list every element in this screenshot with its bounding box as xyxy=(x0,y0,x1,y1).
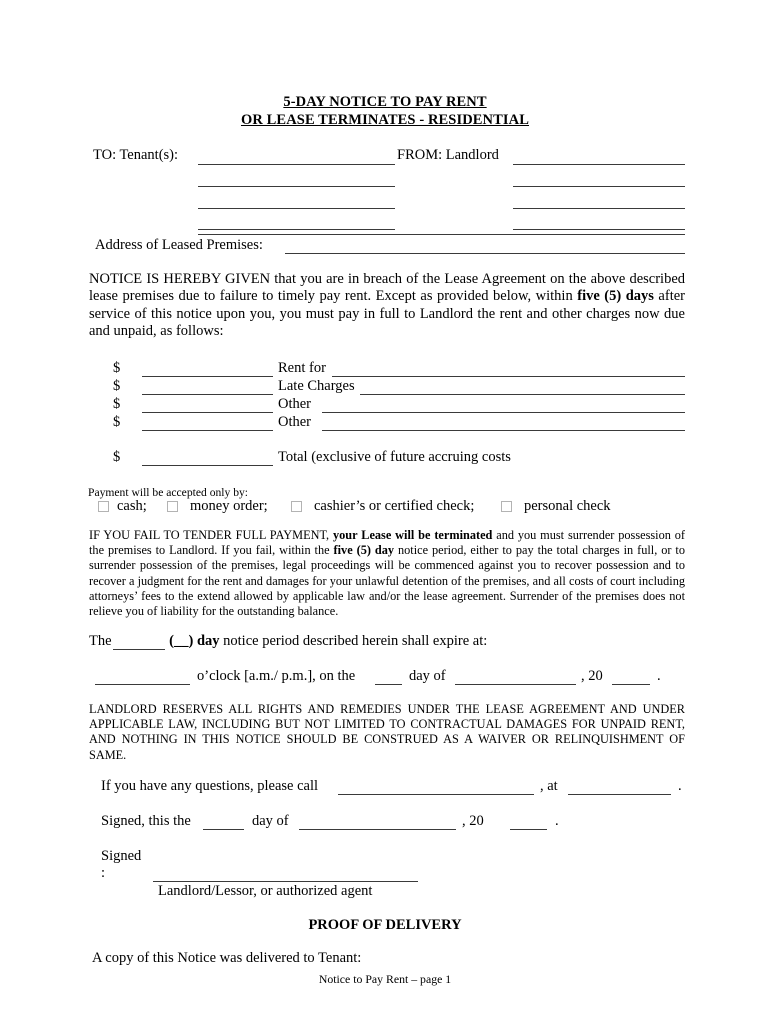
address-input-line[interactable] xyxy=(285,253,685,254)
expiry-rest: notice period described herein shall exp… xyxy=(219,633,488,649)
proof-of-delivery-heading: PROOF OF DELIVERY xyxy=(308,917,462,933)
landlord-label: FROM: Landlord xyxy=(397,147,499,163)
tenant-line-2[interactable] xyxy=(198,186,395,187)
landlord-line-2[interactable] xyxy=(513,186,685,187)
signed-day-of-label: day of xyxy=(252,813,289,829)
notice-paragraph: NOTICE IS HEREBY GIVEN that you are in b… xyxy=(89,271,685,341)
checkbox-cash[interactable] xyxy=(98,501,109,512)
expiry-days-line[interactable] xyxy=(113,649,165,650)
document-page: 5-DAY NOTICE TO PAY RENT OR LEASE TERMIN… xyxy=(0,0,770,1024)
questions-comma-at: , at xyxy=(540,778,558,794)
expiry-days-blank[interactable] xyxy=(115,633,169,650)
expiry-line: The (__) day notice period described her… xyxy=(89,633,487,650)
reservation-paragraph: LANDLORD RESERVES ALL RIGHTS AND REMEDIE… xyxy=(89,702,685,762)
charge-currency-2: $ xyxy=(113,378,121,394)
checkbox-cashiers-check[interactable] xyxy=(291,501,302,512)
total-amount-line[interactable] xyxy=(142,465,273,466)
expiry-oclock-label: o’clock [a.m./ p.m.], on the xyxy=(197,668,356,684)
delivery-line: A copy of this Notice was delivered to T… xyxy=(92,950,362,966)
charge-currency-1: $ xyxy=(113,360,121,376)
checkbox-personal-check[interactable] xyxy=(501,501,512,512)
charge-detail-line-4[interactable] xyxy=(322,430,685,431)
charge-amount-line-1[interactable] xyxy=(142,376,273,377)
failure-bold-terminated: your Lease will be terminated xyxy=(333,528,493,542)
expiry-year-line[interactable] xyxy=(612,684,650,685)
charge-currency-3: $ xyxy=(113,396,121,412)
charge-detail-line-2[interactable] xyxy=(360,394,685,395)
landlord-line-1[interactable] xyxy=(513,164,685,165)
charge-label-1: Rent for xyxy=(278,360,326,376)
questions-time-line[interactable] xyxy=(568,794,671,795)
signed-year-line[interactable] xyxy=(510,829,547,830)
notice-bold-five-days: five (5) days xyxy=(577,288,654,305)
expiry-comma-20: , 20 xyxy=(581,668,603,684)
checkbox-money-order[interactable] xyxy=(167,501,178,512)
address-label: Address of Leased Premises: xyxy=(95,237,263,253)
signed-label: Signed xyxy=(101,848,142,864)
tenant-label: TO: Tenant(s): xyxy=(93,147,179,163)
charge-detail-line-3[interactable] xyxy=(322,412,685,413)
failure-text-a: IF YOU FAIL TO TENDER FULL PAYMENT, xyxy=(89,528,333,542)
tenant-line-1[interactable] xyxy=(198,164,395,165)
signer-caption: Landlord/Lessor, or authorized agent xyxy=(158,883,373,899)
signed-month-line[interactable] xyxy=(299,829,456,830)
expiry-month-line[interactable] xyxy=(455,684,576,685)
tenant-line-4[interactable] xyxy=(198,229,395,230)
failure-bold-five-day: five (5) day xyxy=(333,543,395,558)
charge-amount-line-4[interactable] xyxy=(142,430,273,431)
failure-paragraph: IF YOU FAIL TO TENDER FULL PAYMENT, your… xyxy=(89,528,685,619)
signed-colon: : xyxy=(101,865,106,881)
landlord-line-4[interactable] xyxy=(513,229,685,230)
signed-day-line[interactable] xyxy=(203,829,244,830)
charge-amount-line-3[interactable] xyxy=(142,412,273,413)
checkbox-label-cash: cash; xyxy=(117,498,147,514)
expiry-period: . xyxy=(657,668,661,684)
checkbox-label-personal-check: personal check xyxy=(524,498,611,514)
signed-this-label: Signed, this the xyxy=(101,813,191,829)
charge-detail-line-1[interactable] xyxy=(332,376,685,377)
questions-label: If you have any questions, please call xyxy=(101,778,319,794)
signed-comma-20: , 20 xyxy=(462,813,484,829)
questions-phone-line[interactable] xyxy=(338,794,534,795)
charge-label-3: Other xyxy=(278,396,312,412)
total-currency: $ xyxy=(113,449,121,465)
signature-line[interactable] xyxy=(153,881,418,882)
charge-currency-4: $ xyxy=(113,414,121,430)
checkbox-label-money-order: money order; xyxy=(190,498,268,514)
questions-period: . xyxy=(678,778,682,794)
landlord-line-3[interactable] xyxy=(513,208,685,209)
tenant-line-3[interactable] xyxy=(198,208,395,209)
address-upper-line[interactable] xyxy=(198,234,685,235)
document-title: 5-DAY NOTICE TO PAY RENT OR LEASE TERMIN… xyxy=(0,93,770,129)
page-footer: Notice to Pay Rent – page 1 xyxy=(318,972,452,986)
title-line-2: OR LEASE TERMINATES - RESIDENTIAL xyxy=(240,112,529,128)
expiry-the: The xyxy=(89,633,116,649)
expiry-time-line[interactable] xyxy=(95,684,190,685)
expiry-day-of-label: day of xyxy=(409,668,446,684)
total-label: Total (exclusive of future accruing cost… xyxy=(278,449,511,465)
charge-label-2: Late Charges xyxy=(278,378,355,394)
signed-period: . xyxy=(555,813,559,829)
expiry-date-day-line[interactable] xyxy=(375,684,402,685)
checkbox-label-cashiers-check: cashier’s or certified check; xyxy=(314,498,475,514)
expiry-bold-day: (__) day xyxy=(169,633,220,649)
charge-amount-line-2[interactable] xyxy=(142,394,273,395)
charge-label-4: Other xyxy=(278,414,312,430)
title-line-1: 5-DAY NOTICE TO PAY RENT xyxy=(283,94,487,110)
